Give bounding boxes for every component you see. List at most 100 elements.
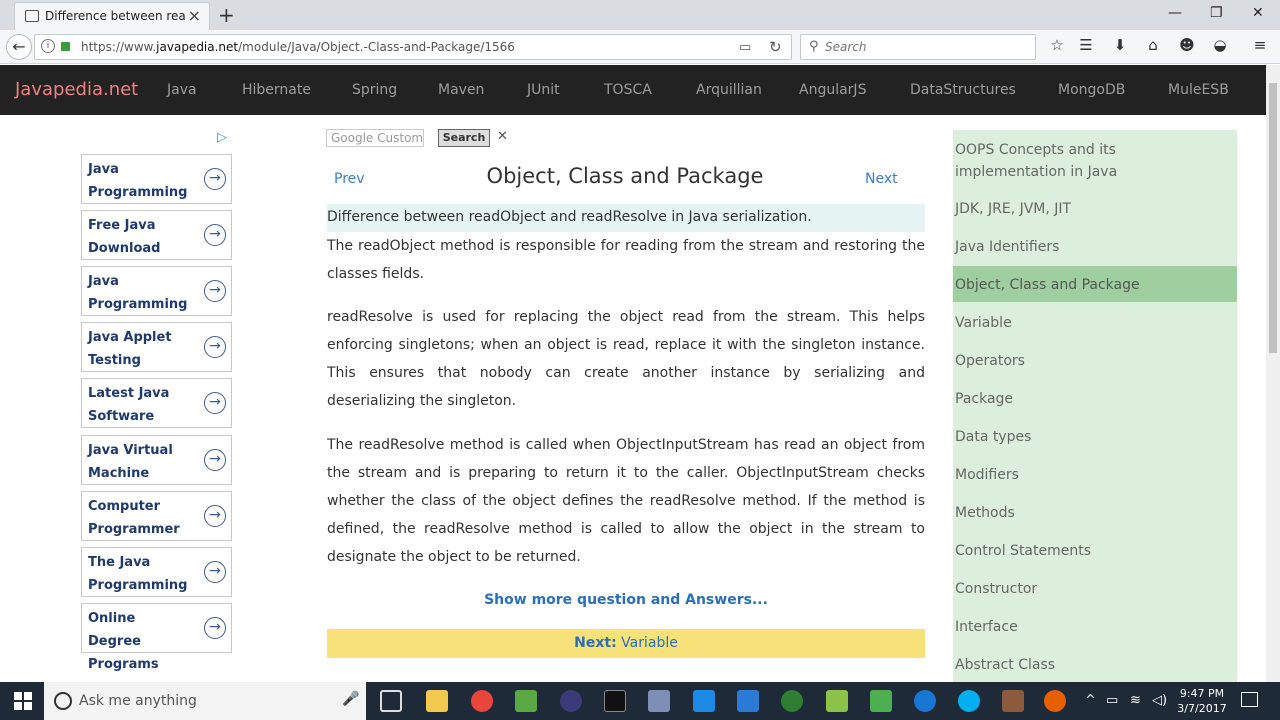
clock-date: 3/7/2017 — [1177, 702, 1227, 715]
pocket-icon[interactable]: ◒ — [1210, 36, 1230, 54]
ad-link[interactable]: Java Programming → — [81, 266, 232, 316]
ad-label: Online Degree Programs — [88, 611, 159, 672]
microphone-icon[interactable]: 🎤 — [342, 691, 359, 707]
download-icon[interactable]: ⬇ — [1110, 36, 1130, 54]
terminal-icon[interactable] — [604, 690, 626, 712]
browser-tab-active[interactable]: Difference between readO... × — [14, 2, 210, 30]
firefox-icon[interactable] — [1044, 690, 1066, 712]
google-custom-search-input[interactable]: Google Custom — [326, 129, 424, 147]
new-tab-icon[interactable]: + — [218, 3, 235, 27]
nav-maven[interactable]: Maven — [438, 82, 484, 98]
sidebar-item[interactable]: JDK, JRE, JVM, JIT — [953, 198, 1237, 220]
ad-label: Computer Programmer — [88, 499, 180, 537]
prev-link[interactable]: Prev — [334, 171, 365, 187]
menu-icon[interactable]: ≡ — [1250, 36, 1270, 54]
file-explorer-icon[interactable] — [426, 690, 448, 712]
nav-java[interactable]: Java — [167, 82, 197, 98]
ad-link[interactable]: Java Programming → — [81, 154, 232, 204]
window-close-icon[interactable]: ✕ — [1252, 5, 1264, 21]
task-view-icon[interactable] — [380, 690, 402, 712]
system-clock[interactable]: 9:47 PM 3/7/2017 — [1176, 686, 1228, 716]
sidebar-item[interactable]: Data types — [953, 426, 1237, 448]
sidebar-item[interactable]: Operators — [953, 350, 1237, 372]
skype-icon[interactable] — [958, 690, 980, 712]
ad-link[interactable]: Free Java Download → — [81, 210, 232, 260]
lock-icon — [61, 42, 70, 51]
sidebar-item[interactable]: Control Statements — [953, 540, 1237, 562]
ad-link[interactable]: Java Virtual Machine → — [81, 435, 232, 485]
sidebar-item-active[interactable]: Object, Class and Package — [953, 266, 1237, 302]
topic-sidebar: OOPS Concepts and its implementation in … — [953, 130, 1237, 682]
close-tab-icon[interactable]: × — [188, 6, 201, 25]
image-app-icon[interactable] — [870, 690, 892, 712]
sidebar-item[interactable]: OOPS Concepts and its implementation in … — [953, 139, 1153, 183]
ad-link[interactable]: The Java Programming → — [81, 547, 232, 597]
url-bar[interactable]: i https://www.javapedia.net/module/Java/… — [34, 34, 792, 60]
back-icon[interactable]: ← — [6, 34, 32, 60]
arrow-right-icon: → — [204, 392, 226, 414]
show-more-link[interactable]: Show more question and Answers... — [327, 592, 925, 608]
mongodb-icon[interactable] — [781, 690, 803, 712]
nav-tosca[interactable]: TOSCA — [604, 82, 652, 98]
tray-chevron-icon[interactable]: ^ — [1085, 693, 1096, 708]
cortana-placeholder: Ask me anything — [79, 693, 197, 709]
notepad-plus-icon[interactable] — [826, 690, 848, 712]
next-topic-label: Next: — [574, 635, 617, 651]
reader-view-icon[interactable]: ▭ — [739, 40, 751, 55]
nav-junit[interactable]: JUnit — [527, 82, 560, 98]
reload-icon[interactable]: ↻ — [769, 38, 782, 56]
wifi-icon[interactable]: ≋ — [1130, 693, 1141, 708]
ad-link[interactable]: Computer Programmer → — [81, 491, 232, 541]
messaging-icon[interactable] — [693, 690, 715, 712]
nav-arquillian[interactable]: Arquillian — [696, 82, 762, 98]
sidebar-item[interactable]: Methods — [953, 502, 1237, 524]
ad-link[interactable]: Java Applet Testing → — [81, 322, 232, 372]
nav-datastructures[interactable]: DataStructures — [910, 82, 1016, 98]
battery-icon[interactable]: ▭ — [1106, 693, 1118, 708]
cortana-search-box[interactable]: Ask me anything 🎤 — [44, 682, 366, 720]
notification-icon[interactable] — [1241, 692, 1258, 707]
sidebar-item[interactable]: Interface — [953, 616, 1237, 638]
site-brand[interactable]: Javapedia.net — [15, 79, 138, 100]
scrollbar-thumb[interactable] — [1269, 83, 1277, 353]
chat-icon[interactable]: ☻ — [1177, 36, 1197, 54]
nav-spring[interactable]: Spring — [352, 82, 397, 98]
eclipse-icon[interactable] — [560, 690, 582, 712]
home-icon[interactable]: ⌂ — [1143, 36, 1163, 54]
url-text[interactable]: https://www.javapedia.net/module/Java/Ob… — [81, 40, 515, 54]
browser-search-field[interactable]: ⚲ Search — [800, 34, 1036, 60]
next-topic-link[interactable]: Variable — [621, 635, 678, 651]
sidebar-item[interactable]: Package — [953, 388, 1237, 410]
sidebar-item[interactable]: Variable — [953, 312, 1237, 334]
sidebar-item[interactable]: Constructor — [953, 578, 1237, 600]
reading-list-icon[interactable]: ☰ — [1076, 36, 1096, 54]
windows-start-icon[interactable] — [14, 692, 32, 710]
nav-angularjs[interactable]: AngularJS — [799, 82, 866, 98]
vscode-icon[interactable] — [737, 690, 759, 712]
volume-icon[interactable]: ◁) — [1152, 693, 1167, 708]
page-scrollbar[interactable] — [1266, 65, 1280, 682]
sidebar-item[interactable]: Abstract Class — [953, 654, 1237, 676]
chrome-icon[interactable] — [471, 690, 493, 712]
info-icon[interactable]: i — [41, 39, 55, 53]
adchoices-icon[interactable]: ▷ — [217, 130, 227, 145]
nav-mongodb[interactable]: MongoDB — [1058, 82, 1125, 98]
nav-hibernate[interactable]: Hibernate — [242, 82, 311, 98]
next-topic-banner[interactable]: Next: Variable — [327, 629, 925, 658]
clear-search-icon[interactable]: ✕ — [497, 129, 508, 144]
network-app-icon[interactable] — [648, 690, 670, 712]
google-search-button[interactable]: Search — [438, 129, 490, 147]
answer-paragraph: The readResolve method is called when Ob… — [327, 437, 925, 565]
ad-link[interactable]: Online Degree Programs → — [81, 603, 232, 672]
app-icon[interactable] — [515, 690, 537, 712]
bookmark-star-icon[interactable]: ☆ — [1047, 36, 1067, 54]
nav-muleesb[interactable]: MuleESB — [1168, 82, 1229, 98]
ad-link[interactable]: Latest Java Software → — [81, 378, 232, 428]
next-link[interactable]: Next — [865, 171, 898, 187]
minimize-icon[interactable]: — — [1168, 5, 1182, 21]
sidebar-item[interactable]: Modifiers — [953, 464, 1237, 486]
sidebar-item[interactable]: Java Identifiers — [953, 236, 1237, 258]
maximize-icon[interactable]: ❐ — [1210, 5, 1223, 21]
edge-icon[interactable] — [914, 690, 936, 712]
app-icon[interactable] — [1002, 690, 1024, 712]
